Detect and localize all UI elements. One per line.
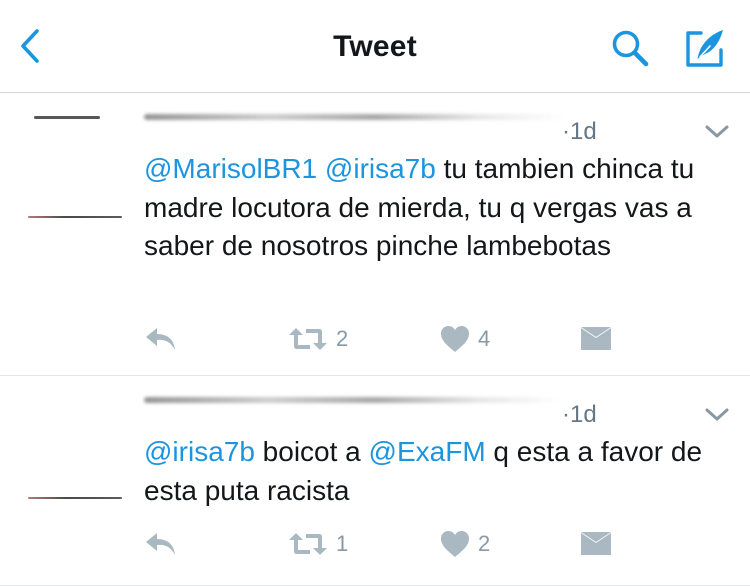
reply-icon bbox=[146, 533, 175, 555]
like-button[interactable]: 2 bbox=[440, 527, 490, 561]
tweet-actions: 1 2 bbox=[144, 527, 624, 561]
retweet-count: 2 bbox=[336, 326, 349, 351]
envelope-icon bbox=[581, 532, 611, 555]
like-count: 2 bbox=[478, 531, 491, 556]
chevron-down-icon bbox=[705, 408, 729, 421]
direct-message-button[interactable] bbox=[580, 527, 612, 561]
search-button[interactable] bbox=[608, 26, 652, 70]
navigation-bar: Tweet bbox=[0, 0, 750, 93]
envelope-icon bbox=[581, 327, 611, 350]
tweet-text: @MarisolBR1 @irisa7b tu tambien chinca t… bbox=[144, 150, 734, 266]
chevron-down-icon bbox=[705, 125, 729, 138]
retweet-count: 1 bbox=[336, 531, 349, 556]
tweet[interactable]: ·1d @MarisolBR1 @irisa7b tu tambien chin… bbox=[0, 94, 750, 376]
heart-icon bbox=[441, 531, 469, 557]
tweet-actions: 2 4 bbox=[144, 322, 624, 356]
heart-icon bbox=[441, 326, 469, 352]
search-icon bbox=[612, 30, 649, 67]
like-button[interactable]: 4 bbox=[440, 322, 490, 356]
tweet-timestamp: ·1d bbox=[562, 401, 597, 428]
tweet[interactable]: ·1d @irisa7b boicot a @ExaFM q esta a fa… bbox=[0, 377, 750, 586]
tweet-text-segment bbox=[317, 153, 325, 184]
reply-icon bbox=[146, 328, 175, 350]
reply-button[interactable] bbox=[144, 527, 178, 561]
retweet-icon bbox=[289, 328, 327, 350]
mention-link[interactable]: @irisa7b bbox=[144, 436, 255, 467]
tweet-timestamp: ·1d bbox=[562, 118, 597, 145]
tweet-menu-button[interactable] bbox=[704, 405, 730, 425]
compose-icon bbox=[686, 30, 723, 67]
direct-message-button[interactable] bbox=[580, 322, 612, 356]
tweet-text: @irisa7b boicot a @ExaFM q esta a favor … bbox=[144, 433, 734, 510]
mention-link[interactable]: @ExaFM bbox=[369, 436, 486, 467]
tweet-text-segment: boicot a bbox=[254, 436, 369, 467]
retweet-button[interactable]: 2 bbox=[288, 322, 348, 356]
compose-tweet-button[interactable] bbox=[682, 26, 728, 70]
mention-link[interactable]: @irisa7b bbox=[325, 153, 436, 184]
like-count: 4 bbox=[478, 326, 491, 351]
retweet-button[interactable]: 1 bbox=[288, 527, 348, 561]
reply-button[interactable] bbox=[144, 322, 178, 356]
avatar[interactable] bbox=[20, 399, 126, 503]
retweet-icon bbox=[289, 533, 327, 555]
avatar[interactable] bbox=[20, 116, 126, 222]
author-name-redacted bbox=[144, 397, 564, 403]
author-name-redacted bbox=[144, 114, 564, 120]
mention-link[interactable]: @MarisolBR1 bbox=[144, 153, 317, 184]
tweet-menu-button[interactable] bbox=[704, 122, 730, 142]
